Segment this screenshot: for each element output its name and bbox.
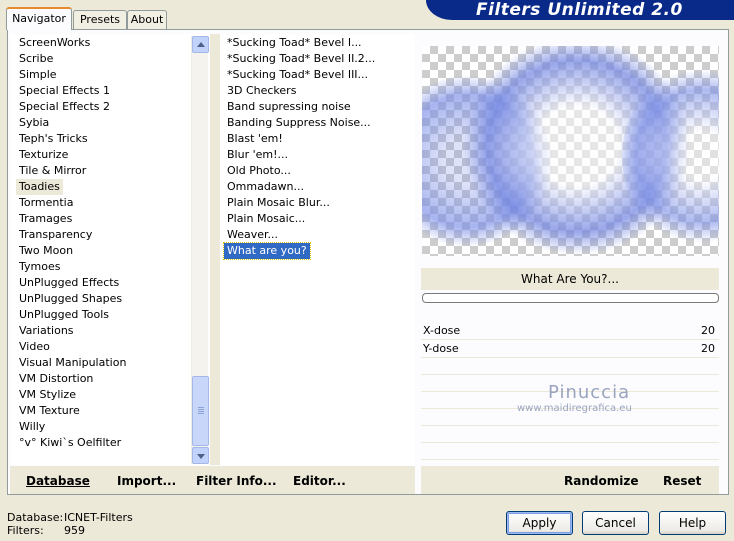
- filter-item[interactable]: Plain Mosaic...: [224, 211, 308, 227]
- app-title: Filters Unlimited 2.0: [476, 0, 683, 20]
- filter-item[interactable]: Banding Suppress Noise...: [224, 115, 374, 131]
- scroll-thumb[interactable]: [192, 376, 209, 446]
- database-button[interactable]: Database: [26, 474, 90, 488]
- param-value: 20: [701, 324, 715, 337]
- filter-list: *Sucking Toad* Bevel I... *Sucking Toad* …: [223, 35, 378, 260]
- param-name: Y-dose: [423, 342, 459, 355]
- param-row-y-dose[interactable]: Y-dose 20: [421, 340, 719, 358]
- editor-button[interactable]: Editor...: [293, 474, 346, 488]
- category-item[interactable]: UnPlugged Effects: [16, 275, 122, 291]
- watermark-name: Pinuccia: [548, 382, 631, 403]
- filter-item[interactable]: *Sucking Toad* Bevel III...: [224, 67, 371, 83]
- filter-item[interactable]: *Sucking Toad* Bevel I...: [224, 35, 365, 51]
- cancel-button[interactable]: Cancel: [582, 511, 649, 535]
- scroll-down-button[interactable]: [192, 447, 209, 464]
- category-item[interactable]: Special Effects 2: [16, 99, 113, 115]
- category-scrollbar[interactable]: [191, 36, 209, 464]
- database-button-label: Database: [26, 474, 90, 488]
- filter-item[interactable]: 3D Checkers: [224, 83, 299, 99]
- filter-info-button-label: Filter Info...: [196, 474, 277, 488]
- filters-label: Filters:: [7, 524, 44, 537]
- filter-item[interactable]: Band supressing noise: [224, 99, 354, 115]
- editor-button-label: Editor...: [293, 474, 346, 488]
- filter-item[interactable]: Ommadawn...: [224, 179, 307, 195]
- category-item[interactable]: Variations: [16, 323, 77, 339]
- category-item[interactable]: Willy: [16, 419, 48, 435]
- import-button-label: Import...: [117, 474, 177, 488]
- grip-icon: [198, 407, 204, 408]
- database-label: Database:: [7, 511, 64, 524]
- category-item[interactable]: Sybia: [16, 115, 52, 131]
- tab-navigator[interactable]: Navigator: [6, 7, 72, 30]
- filter-item[interactable]: Plain Mosaic Blur...: [224, 195, 333, 211]
- filter-info-button[interactable]: Filter Info...: [196, 474, 277, 488]
- category-item[interactable]: Tile & Mirror: [16, 163, 89, 179]
- category-item[interactable]: UnPlugged Tools: [16, 307, 112, 323]
- category-item[interactable]: ScreenWorks: [16, 35, 93, 51]
- category-item[interactable]: Video: [16, 339, 53, 355]
- tab-about[interactable]: About: [127, 10, 167, 29]
- filter-item[interactable]: Old Photo...: [224, 163, 294, 179]
- pane-separator: [210, 34, 220, 465]
- filters-count: 959: [64, 524, 85, 537]
- category-item[interactable]: Tormentia: [16, 195, 76, 211]
- scroll-up-button[interactable]: [192, 36, 209, 53]
- category-item[interactable]: Two Moon: [16, 243, 76, 259]
- category-list: ScreenWorks Scribe Simple Special Effects 1…: [16, 35, 129, 451]
- filter-item[interactable]: Blast 'em!: [224, 131, 286, 147]
- category-list-pane: ScreenWorks Scribe Simple Special Effects 1…: [10, 34, 209, 465]
- filter-preview: [422, 46, 719, 256]
- help-button[interactable]: Help: [659, 511, 726, 535]
- database-value: ICNET-Filters: [64, 511, 133, 524]
- category-item[interactable]: Simple: [16, 67, 60, 83]
- category-item[interactable]: Toadies: [16, 179, 63, 195]
- category-item[interactable]: Scribe: [16, 51, 56, 67]
- reset-button-label: Reset: [663, 474, 702, 488]
- reset-button[interactable]: Reset: [663, 474, 701, 488]
- randomize-button-label: Randomize: [564, 474, 639, 488]
- param-value: 20: [701, 342, 715, 355]
- filter-item[interactable]: *Sucking Toad* Bevel II.2...: [224, 51, 378, 67]
- filter-item[interactable]: What are you?: [223, 242, 311, 260]
- category-item[interactable]: VM Texture: [16, 403, 83, 419]
- filter-title: What Are You?...: [421, 268, 719, 290]
- category-item[interactable]: Tramages: [16, 211, 75, 227]
- filter-item[interactable]: Weaver...: [224, 227, 281, 243]
- param-name: X-dose: [423, 324, 461, 337]
- tab-presets[interactable]: Presets: [73, 10, 127, 29]
- import-button[interactable]: Import...: [117, 474, 176, 488]
- category-item[interactable]: Special Effects 1: [16, 83, 113, 99]
- category-item[interactable]: Texturize: [16, 147, 71, 163]
- param-row-empty: [421, 443, 719, 460]
- param-row-x-dose[interactable]: X-dose 20: [421, 322, 719, 340]
- category-item[interactable]: Transparency: [16, 227, 95, 243]
- param-row-empty: [421, 426, 719, 443]
- category-item[interactable]: VM Distortion: [16, 371, 96, 387]
- progress-bar: [422, 293, 719, 303]
- randomize-button[interactable]: Randomize: [564, 474, 638, 488]
- chevron-up-icon: [197, 42, 205, 47]
- category-item[interactable]: Visual Manipulation: [16, 355, 129, 371]
- apply-button[interactable]: Apply: [506, 511, 573, 535]
- watermark-url: www.maidiregrafica.eu: [517, 403, 632, 414]
- filter-list-pane: *Sucking Toad* Bevel I... *Sucking Toad* …: [220, 34, 415, 465]
- filter-item[interactable]: Blur 'em!...: [224, 147, 291, 163]
- category-item[interactable]: Teph's Tricks: [16, 131, 91, 147]
- category-item[interactable]: Tymoes: [16, 259, 63, 275]
- param-row-empty: [421, 358, 719, 375]
- category-item[interactable]: UnPlugged Shapes: [16, 291, 125, 307]
- category-item[interactable]: °v° Kiwi`s Oelfilter: [16, 435, 124, 451]
- category-item[interactable]: VM Stylize: [16, 387, 79, 403]
- chevron-down-icon: [197, 454, 205, 459]
